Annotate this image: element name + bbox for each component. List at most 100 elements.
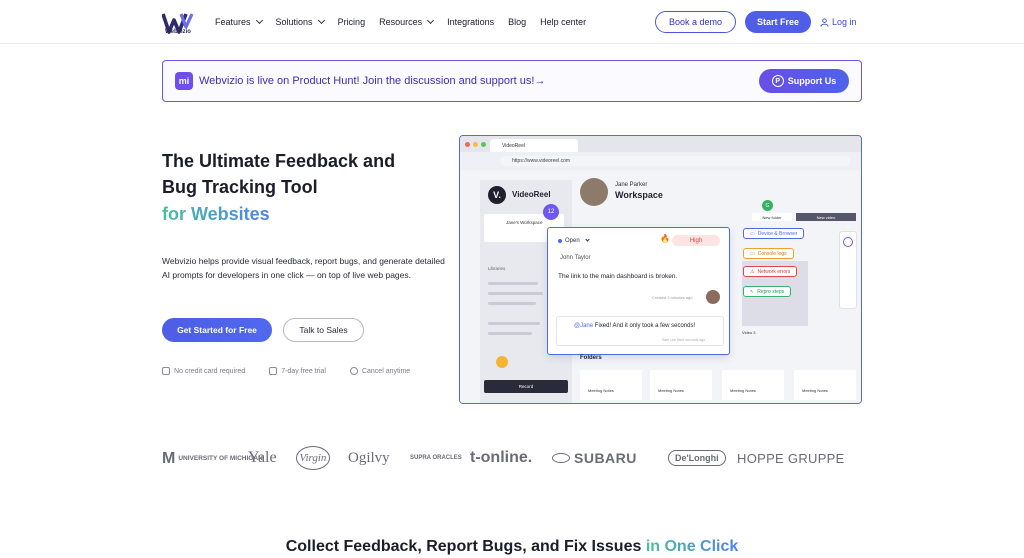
priority-badge: High xyxy=(672,235,720,246)
workspace-user: Jane Parker xyxy=(615,182,648,188)
logo-michigan: M UNIVERSITY OF MICHIGAN xyxy=(162,449,263,467)
chevron-down-icon xyxy=(317,16,325,25)
logo-yale: Yale xyxy=(248,449,277,466)
product-hunt-banner: mi Webvizio is live on Product Hunt! Joi… xyxy=(162,60,862,102)
top-nav: Webvizio Features Solutions Pricing Reso… xyxy=(0,0,1024,44)
pill-console-logs: ▭ Console logs xyxy=(743,248,794,259)
customer-logos: M UNIVERSITY OF MICHIGAN Yale Virgin Ogil… xyxy=(162,446,862,470)
feedback-meta: Created 3 minutes ago xyxy=(652,295,693,300)
assignee: John Taylor xyxy=(560,255,591,261)
minimize-dot-icon xyxy=(473,142,478,147)
chevron-down-icon xyxy=(585,237,590,242)
sidebar-brand: VideoReel xyxy=(512,190,551,199)
folder-card xyxy=(650,370,712,400)
logo-hoppe: HOPPE GRUPPE xyxy=(737,450,845,466)
sidebar-line xyxy=(488,332,532,335)
status-select: Open xyxy=(558,237,590,244)
workspace-title: Workspace xyxy=(615,190,663,200)
section-title: Collect Feedback, Report Bugs, and Fix I… xyxy=(285,538,739,555)
banner-text[interactable]: Webvizio is live on Product Hunt! Join t… xyxy=(199,75,545,87)
credit-card-off-icon xyxy=(162,367,170,375)
nav-solutions[interactable]: Solutions xyxy=(276,16,325,27)
tag-icon xyxy=(269,367,278,375)
clock-icon xyxy=(349,367,358,375)
chip-icon: mi xyxy=(175,72,193,90)
browser-tab: VideoReel xyxy=(490,139,578,152)
feedback-toolbar xyxy=(839,231,857,309)
videoreel-logo: V. xyxy=(488,186,506,204)
pill-device-browser: ▭ Device & Browser xyxy=(743,228,805,239)
logo-wordmark: Webvizio xyxy=(165,29,191,35)
feedback-message: The link to the main dashboard is broken… xyxy=(558,273,678,280)
pill-network-errors: ⚠ Network errors xyxy=(743,266,798,277)
folder-label: Meeting Notes xyxy=(730,388,756,393)
book-demo-button[interactable]: Book a demo xyxy=(655,11,736,33)
chevron-down-icon xyxy=(427,16,435,25)
hero-title: The Ultimate Feedback and Bug Tracking T… xyxy=(162,151,396,197)
talk-to-sales-button[interactable]: Talk to Sales xyxy=(283,318,364,342)
nav-help-center[interactable]: Help center xyxy=(540,17,586,27)
product-hunt-icon: P xyxy=(771,75,784,87)
user-icon xyxy=(820,17,829,27)
perks-row: No credit card required 7-day free trial… xyxy=(162,367,434,375)
record-button: Record xyxy=(484,380,568,393)
start-free-button[interactable]: Start Free xyxy=(745,11,811,33)
login-link[interactable]: Log in xyxy=(820,11,857,33)
new-folder-button: New folder xyxy=(752,213,792,221)
folder-label: Meeting Notes xyxy=(802,388,828,393)
logo-subaru: SUBARU xyxy=(552,446,637,470)
logo-virgin: Virgin xyxy=(296,446,330,470)
libraries-label: Libraries xyxy=(488,266,506,271)
folder-card xyxy=(722,370,784,400)
pill-repro-steps: ↖ Repro steps xyxy=(743,286,792,297)
close-dot-icon xyxy=(465,142,470,147)
sidebar-line xyxy=(488,302,536,305)
app-mockup: VideoReel https://www.videoreel.com V. V… xyxy=(459,135,862,404)
nav-blog[interactable]: Blog xyxy=(508,17,526,27)
folder-card xyxy=(794,370,856,400)
nav-pricing[interactable]: Pricing xyxy=(338,17,366,27)
avatar xyxy=(706,290,720,304)
perk-trial: 7-day free trial xyxy=(269,367,326,375)
feedback-popup: Open 🔥 High John Taylor The link to the … xyxy=(547,227,730,355)
thumb-label: Video 3 xyxy=(742,330,756,335)
folder-label: Meeting Notes xyxy=(658,388,684,393)
workspace-card-label: Jane's Workspace xyxy=(506,220,543,225)
folders-heading: Folders xyxy=(580,355,602,361)
support-us-button[interactable]: P Support Us xyxy=(759,69,849,93)
hero-accent: for Websites xyxy=(162,204,270,224)
nav-resources[interactable]: Resources xyxy=(379,16,435,27)
perk-cancel: Cancel anytime xyxy=(349,367,410,375)
comment-count-badge: 12 xyxy=(543,204,559,220)
status-dot xyxy=(496,356,508,368)
monitor-icon: ▭ xyxy=(750,230,755,237)
logo-supra: SUPRA ORACLES xyxy=(410,454,462,461)
maximize-dot-icon xyxy=(481,142,486,147)
fire-icon: 🔥 xyxy=(660,234,670,243)
logo-ogilvy: Ogilvy xyxy=(348,449,390,466)
terminal-icon: ▭ xyxy=(750,250,755,257)
user-marker: G xyxy=(762,200,773,211)
get-started-button[interactable]: Get Started for Free xyxy=(162,318,272,342)
reply-meta: Sam Lee fixed seconds ago xyxy=(662,338,706,342)
hero-description: Webvizio helps provide visual feedback, … xyxy=(162,256,445,280)
warning-icon: ⚠ xyxy=(750,268,755,275)
chevron-down-icon xyxy=(255,16,263,25)
nav-integrations[interactable]: Integrations xyxy=(447,17,494,27)
reply-text: @Jane Fixed! And it only took a few seco… xyxy=(574,323,696,329)
new-video-button: New video xyxy=(796,213,856,221)
sidebar-line xyxy=(488,292,543,295)
folder-label: Meeting Notes xyxy=(588,388,614,393)
cursor-icon: ↖ xyxy=(750,288,755,295)
nav-features[interactable]: Features xyxy=(215,16,263,27)
avatar xyxy=(580,178,608,206)
perk-no-card: No credit card required xyxy=(162,367,245,375)
sidebar-line xyxy=(488,282,538,285)
folder-card xyxy=(580,370,642,400)
logo-delonghi: De'Longhi xyxy=(668,450,726,466)
pin-icon xyxy=(843,237,853,247)
browser-url: https://www.videoreel.com xyxy=(500,156,850,166)
nav-links: Features Solutions Pricing Resources Int… xyxy=(215,0,600,44)
sidebar-line xyxy=(488,322,540,325)
logo-t-online: t-online. xyxy=(470,449,533,466)
